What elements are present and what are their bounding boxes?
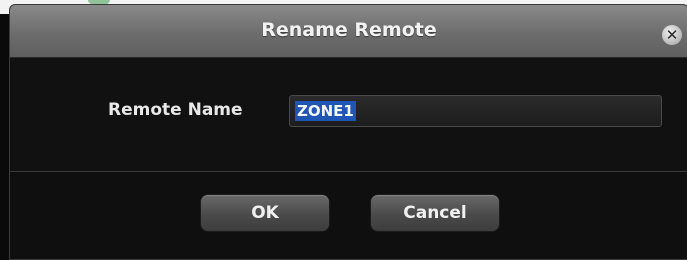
dialog-separator xyxy=(10,171,687,172)
remote-name-label: Remote Name xyxy=(108,100,243,120)
remote-name-input[interactable]: ZONE1 xyxy=(289,95,662,127)
close-icon[interactable]: ✕ xyxy=(662,25,682,45)
rename-remote-dialog: Rename Remote ✕ Remote Name ZONE1 OK Can… xyxy=(9,4,687,260)
cancel-button[interactable]: Cancel xyxy=(370,194,500,232)
ok-button[interactable]: OK xyxy=(200,194,330,232)
dialog-titlebar: Rename Remote ✕ xyxy=(10,5,687,58)
dialog-body: Remote Name ZONE1 xyxy=(10,58,687,171)
remote-name-value: ZONE1 xyxy=(295,101,356,121)
dialog-title: Rename Remote xyxy=(261,19,437,41)
